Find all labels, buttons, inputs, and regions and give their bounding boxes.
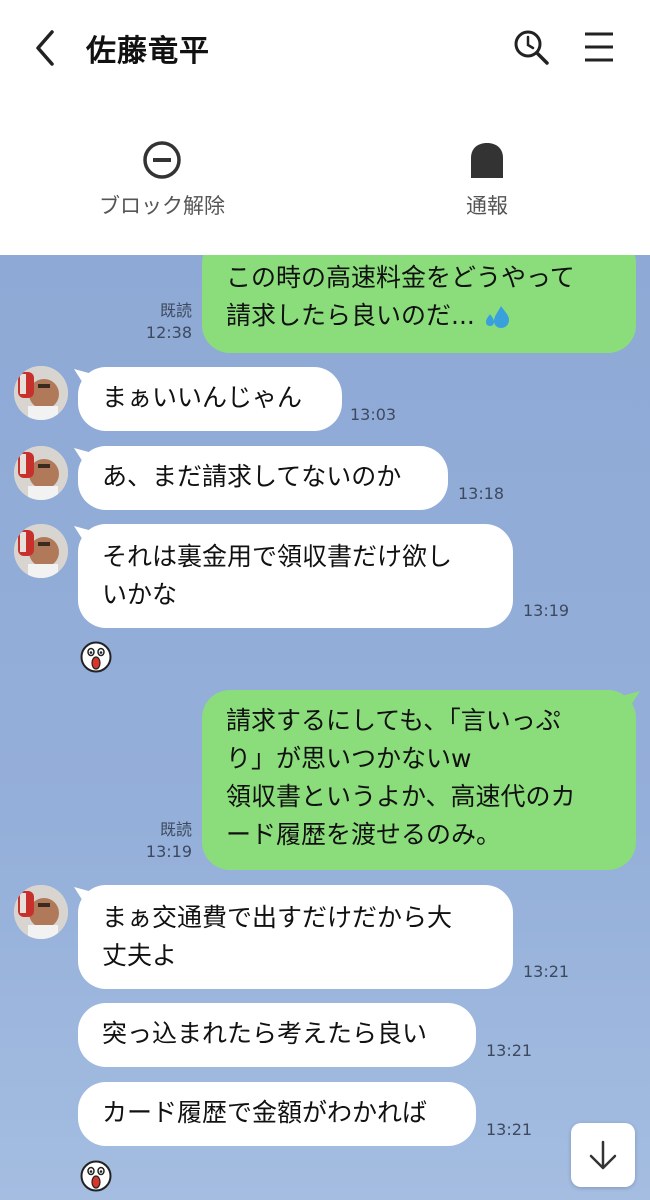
bubble-tail [618,691,640,713]
back-icon[interactable] [30,28,60,68]
avatar[interactable] [14,885,68,939]
message-text: いかな [102,580,178,609]
report-button[interactable]: 通報 [387,140,587,220]
search-icon[interactable] [512,28,550,66]
avatar[interactable] [14,524,68,578]
message-time: 12:38 [145,323,192,342]
shocked-face-sticker[interactable] [80,1160,112,1192]
message-time: 13:21 [523,962,570,981]
message-text: 丈夫よ [102,941,178,970]
incoming-message[interactable]: まぁいいんじゃん [78,367,342,431]
message-time: 13:18 [458,484,505,503]
read-receipt: 既読 12:38 [140,300,192,344]
avatar[interactable] [14,366,68,420]
chat-header: 佐藤竜平 [0,0,650,95]
message-text: ード履歴を渡せるのみ。 [226,820,502,849]
message-time: 13:21 [486,1120,533,1139]
read-receipt: 既読 13:19 [140,819,192,863]
message-text: まぁいいんじゃん [102,383,303,412]
scroll-to-bottom-button[interactable] [571,1123,635,1187]
chat-title: 佐藤竜平 [86,34,210,69]
message-text: 請求するにしても、「言いっぷ [226,706,561,735]
message-text: この時の高速料金をどうやって [226,263,575,292]
message-text: あ、まだ請求してないのか [102,462,402,491]
message-text: 領収書というよか、高速代のカ [226,782,576,811]
message-time: 13:21 [486,1041,533,1060]
avatar[interactable] [14,446,68,500]
incoming-message[interactable]: 突っ込まれたら考えたら良い [78,1003,476,1067]
menu-icon[interactable] [582,30,616,64]
chat-area[interactable]: 既読 12:38 この時の高速料金をどうやって 請求したら良いのだ... まぁい… [0,255,650,1200]
block-icon [143,141,181,179]
block-release-label: ブロック解除 [99,194,225,218]
block-release-button[interactable]: ブロック解除 [62,140,262,220]
message-text: 請求したら良いのだ... [226,301,475,330]
incoming-message[interactable]: それは裏金用で領収書だけ欲し いかな [78,524,513,628]
report-icon [471,143,503,178]
message-text: カード履歴で金額がわかれば [102,1098,428,1127]
message-text: 突っ込まれたら考えたら良い [102,1019,428,1048]
message-text: まぁ交通費で出すだけだから大 [102,903,453,932]
message-time: 13:03 [350,405,397,424]
shocked-face-sticker[interactable] [80,641,112,673]
message-time: 13:19 [145,842,192,861]
message-text: り」が思いつかないw [226,744,472,773]
action-bar: ブロック解除 通報 [0,95,650,255]
outgoing-message[interactable]: この時の高速料金をどうやって 請求したら良いのだ... [202,255,636,353]
incoming-message[interactable]: まぁ交通費で出すだけだから大 丈夫よ [78,885,513,989]
message-time: 13:19 [523,601,570,620]
outgoing-message[interactable]: 請求するにしても、「言いっぷ り」が思いつかないw 領収書というよか、高速代のカ… [202,690,636,870]
incoming-message[interactable]: カード履歴で金額がわかれば [78,1082,476,1146]
scroll-down-icon [589,1140,617,1170]
sweat-drops-icon [485,306,509,328]
incoming-message[interactable]: あ、まだ請求してないのか [78,446,448,510]
report-label: 通報 [466,194,508,218]
message-text: それは裏金用で領収書だけ欲し [102,542,453,571]
